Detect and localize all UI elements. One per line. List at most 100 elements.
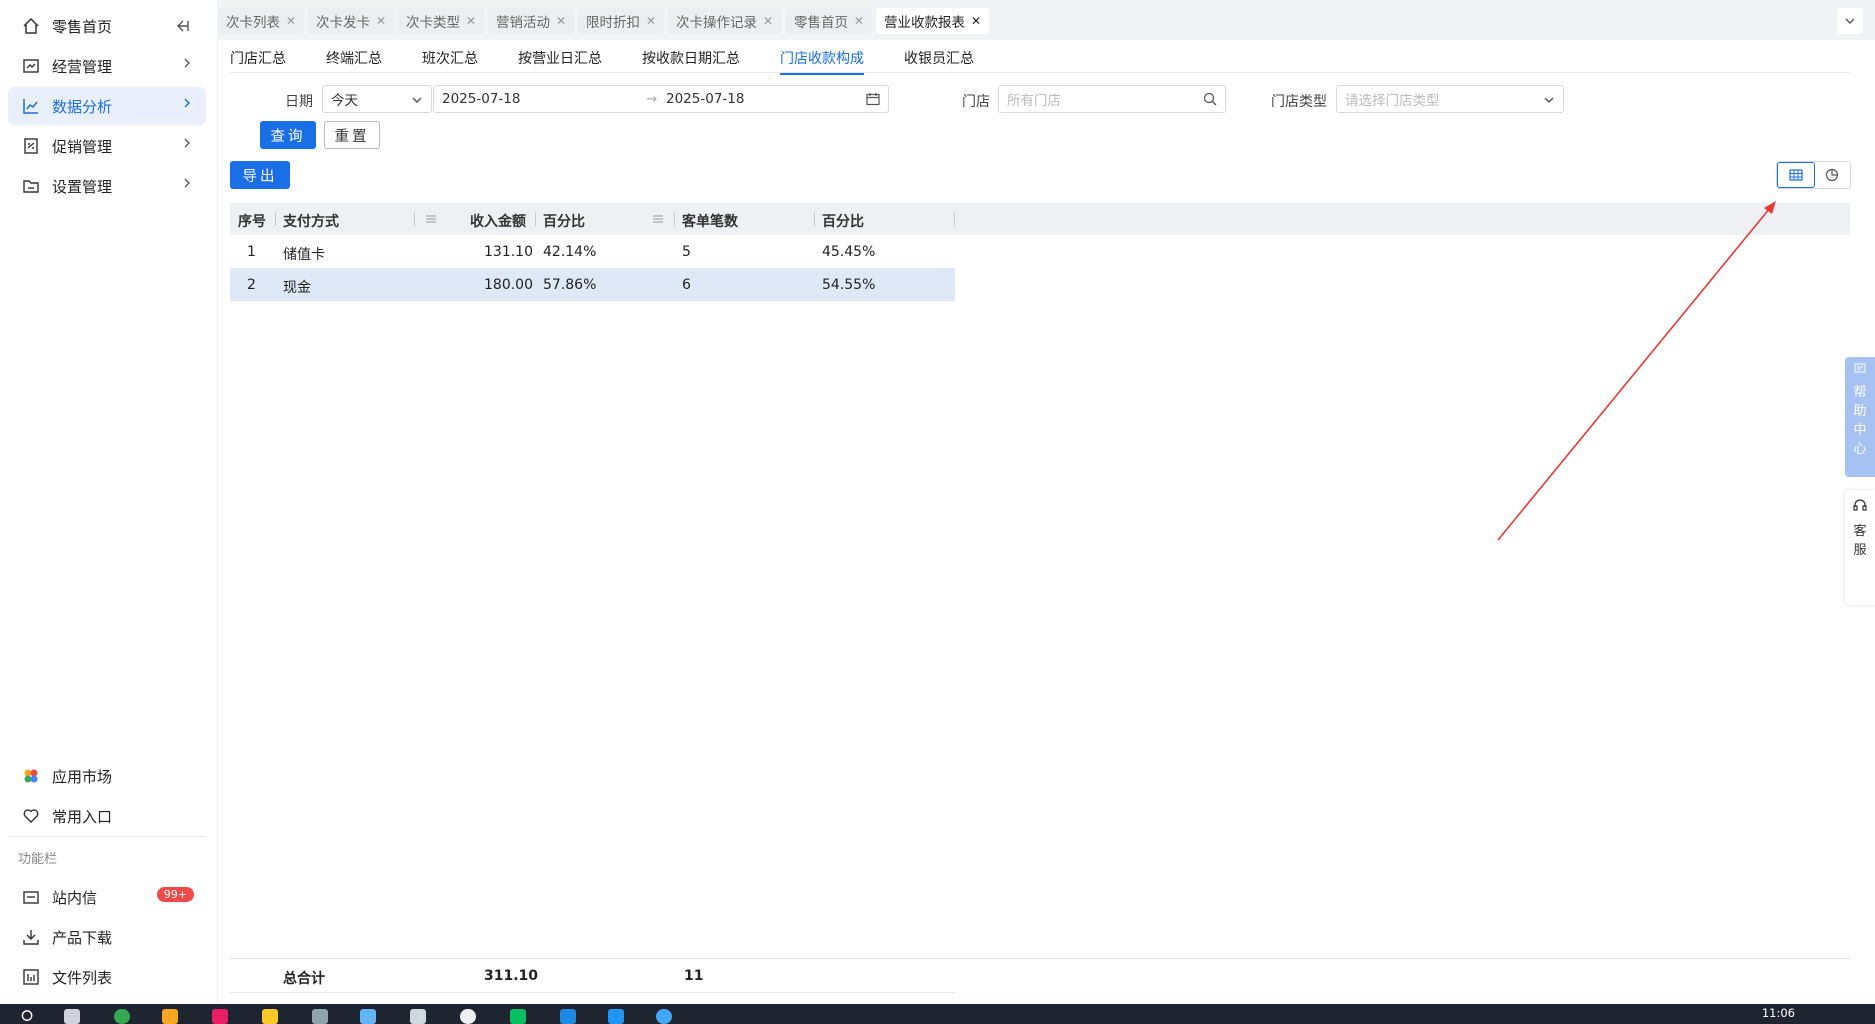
edge-icon[interactable] [656, 1009, 672, 1024]
export-button[interactable]: 导出 [230, 161, 290, 189]
tab-label: 营销活动 [496, 15, 550, 31]
help-center-button[interactable]: 帮 助 中 心 [1845, 357, 1875, 477]
table-view-button[interactable] [1777, 162, 1815, 188]
sidebar-item-messages[interactable]: 站内信 99+ [8, 878, 206, 916]
column-header-count-percent: 百分比 [822, 214, 864, 230]
tabs-dropdown[interactable] [1837, 8, 1863, 34]
chart-view-button[interactable] [1815, 162, 1851, 188]
tab-bar: 次卡列表 ✕ 次卡发卡 ✕ 次卡类型 ✕ 营销活动 ✕ 限时折扣 ✕ 次卡操作记录 ✕ 零售… [218, 0, 1875, 40]
search-icon [1203, 92, 1217, 106]
table-footer-total: 总合计 311.10 11 [230, 958, 1850, 993]
table-row[interactable]: 2 现金 180.00 57.86% 6 54.55% [230, 268, 955, 301]
table-icon [1789, 169, 1803, 181]
clock: 11:06 [1761, 1006, 1795, 1020]
app-icon[interactable] [360, 1009, 376, 1024]
help-char: 助 [1853, 404, 1867, 419]
gear-icon[interactable] [460, 1009, 476, 1024]
reset-button[interactable]: 重置 [324, 121, 380, 149]
sidebar-item-settings[interactable]: 设置管理 [8, 167, 206, 205]
sidebar-item-app-market[interactable]: 应用市场 [8, 757, 206, 795]
cell-payment-method: 现金 [283, 280, 311, 296]
chat-app-icon[interactable] [560, 1009, 576, 1024]
tab-card-type[interactable]: 次卡类型 ✕ [398, 8, 485, 34]
sidebar-item-files[interactable]: 文件列表 [8, 958, 206, 996]
cell-order-count: 6 [682, 277, 691, 293]
cell-amount-percent: 42.14% [543, 244, 597, 260]
tab-card-records[interactable]: 次卡操作记录 ✕ [668, 8, 782, 34]
tab-label: 次卡操作记录 [676, 15, 757, 31]
task-view-icon[interactable] [64, 1009, 80, 1024]
tab-revenue-report[interactable]: 营业收款报表 ✕ [876, 8, 990, 34]
collapse-left-icon[interactable] [176, 19, 190, 33]
help-char: 帮 [1853, 385, 1867, 400]
sidebar-item-label: 促销管理 [52, 137, 113, 156]
subtab-business-day-summary[interactable]: 按营业日汇总 [518, 48, 602, 68]
table-row[interactable]: 1 储值卡 131.10 42.14% 5 45.45% [230, 235, 955, 268]
sidebar-item-label: 站内信 [52, 888, 98, 907]
column-menu-icon[interactable] [652, 214, 664, 224]
close-icon[interactable]: ✕ [854, 14, 864, 28]
query-button[interactable]: 查询 [260, 121, 316, 149]
close-icon[interactable]: ✕ [286, 14, 296, 28]
tab-label: 限时折扣 [586, 15, 640, 31]
date-label: 日期 [285, 94, 313, 110]
close-icon[interactable]: ✕ [376, 14, 386, 28]
date-preset-select[interactable]: 今天 [322, 85, 432, 113]
close-icon[interactable]: ✕ [763, 14, 773, 28]
subtab-store-payment-composition[interactable]: 门店收款构成 [780, 48, 864, 75]
column-separator [275, 212, 276, 226]
browser-icon[interactable] [162, 1009, 178, 1024]
customer-service-button[interactable]: 客 服 [1845, 490, 1875, 605]
subtab-store-summary[interactable]: 门店汇总 [230, 48, 286, 68]
tab-marketing[interactable]: 营销活动 ✕ [488, 8, 575, 34]
date-end: 2025-07-18 [666, 91, 745, 107]
tab-discount[interactable]: 限时折扣 ✕ [578, 8, 665, 34]
store-placeholder: 所有门店 [1007, 93, 1061, 109]
sidebar-item-label: 零售首页 [52, 17, 113, 36]
notes-icon[interactable] [312, 1009, 328, 1024]
cell-order-count: 5 [682, 244, 691, 260]
close-icon[interactable]: ✕ [646, 14, 656, 28]
tab-retail-home[interactable]: 零售首页 ✕ [786, 8, 873, 34]
date-range-picker[interactable]: 2025-07-18 → 2025-07-18 [433, 85, 889, 113]
search-icon[interactable] [20, 1009, 36, 1024]
wechat-icon[interactable] [510, 1009, 526, 1024]
media-icon[interactable] [212, 1009, 228, 1024]
close-icon[interactable]: ✕ [556, 14, 566, 28]
tab-card-issue[interactable]: 次卡发卡 ✕ [308, 8, 395, 34]
sidebar-item-shortcuts[interactable]: 常用入口 [8, 797, 206, 835]
subtab-payment-date-summary[interactable]: 按收款日期汇总 [642, 48, 740, 68]
total-label: 总合计 [283, 971, 325, 987]
sidebar-item-promotion[interactable]: 促销管理 [8, 127, 206, 165]
column-separator [674, 212, 675, 226]
chevron-down-icon [1544, 97, 1554, 103]
subtab-terminal-summary[interactable]: 终端汇总 [326, 48, 382, 68]
tab-card-list[interactable]: 次卡列表 ✕ [218, 8, 305, 34]
store-type-placeholder: 请选择门店类型 [1345, 93, 1440, 109]
chrome-icon[interactable] [114, 1009, 130, 1024]
close-icon[interactable]: ✕ [971, 14, 981, 28]
folder-icon[interactable] [262, 1009, 278, 1024]
sidebar-item-label: 产品下载 [52, 928, 113, 947]
tab-label: 次卡类型 [406, 15, 460, 31]
sidebar-item-download[interactable]: 产品下载 [8, 918, 206, 956]
pie-chart-icon [1826, 168, 1839, 182]
subtab-cashier-summary[interactable]: 收银员汇总 [904, 48, 974, 68]
service-char: 客 [1853, 524, 1867, 539]
close-icon[interactable]: ✕ [466, 14, 476, 28]
column-header-index: 序号 [238, 214, 266, 230]
terminal-icon[interactable] [410, 1009, 426, 1024]
sidebar-item-label: 经营管理 [52, 57, 113, 76]
cell-amount: 180.00 [484, 277, 533, 293]
home-icon [23, 17, 39, 34]
sidebar-item-retail-home[interactable]: 零售首页 [8, 7, 206, 45]
column-menu-icon[interactable] [425, 214, 437, 224]
subtab-shift-summary[interactable]: 班次汇总 [422, 48, 478, 68]
sidebar-item-data-analysis[interactable]: 数据分析 [8, 87, 206, 125]
store-search-input[interactable]: 所有门店 [998, 85, 1226, 113]
sidebar-item-business[interactable]: 经营管理 [8, 47, 206, 85]
line-chart-icon [23, 99, 38, 114]
store-type-select[interactable]: 请选择门店类型 [1336, 85, 1564, 113]
cell-amount: 131.10 [484, 244, 533, 260]
feishu-icon[interactable] [608, 1009, 624, 1024]
